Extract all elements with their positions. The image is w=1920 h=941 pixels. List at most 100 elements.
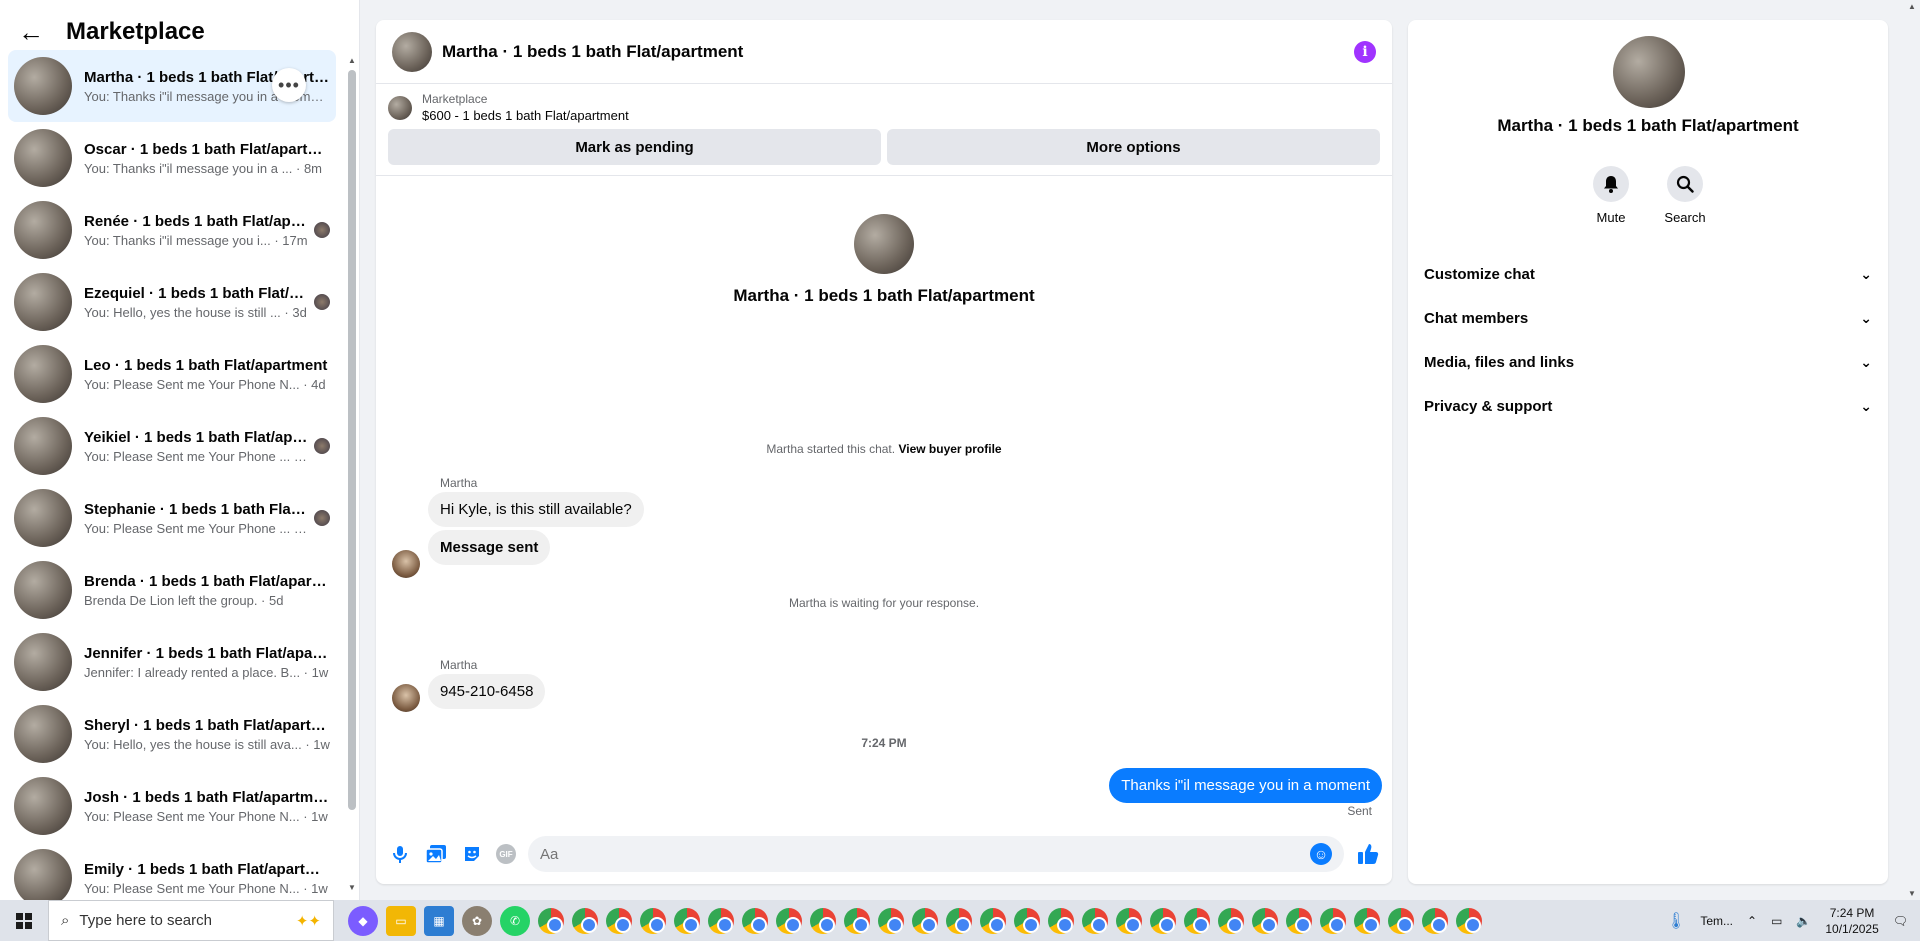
message-input[interactable]: ☺ [528, 836, 1344, 872]
page-scrollbar[interactable]: ▲ ▼ [1904, 0, 1920, 900]
chrome-icon[interactable] [1252, 907, 1278, 934]
weather-label[interactable]: Tem... [1700, 914, 1733, 928]
emoji-icon[interactable]: ☺ [1310, 843, 1332, 865]
details-avatar[interactable] [1613, 36, 1685, 108]
windows-start-icon[interactable] [0, 900, 48, 941]
scroll-down-icon[interactable]: ▼ [1908, 889, 1916, 898]
chrome-icon[interactable] [1014, 907, 1040, 934]
mark-as-pending-button[interactable]: Mark as pending [388, 129, 881, 165]
chrome-icon[interactable] [1048, 907, 1074, 934]
chrome-icon[interactable] [980, 907, 1006, 934]
gif-icon[interactable]: GIF [496, 844, 516, 864]
conversation-name: Renée · 1 beds 1 bath Flat/apartment [84, 212, 308, 230]
whatsapp-icon[interactable]: ✆ [500, 905, 530, 936]
network-icon[interactable]: ▭ [1771, 914, 1782, 928]
conversation-item[interactable]: Oscar · 1 beds 1 bath Flat/apartment You:… [8, 122, 336, 194]
chrome-icon[interactable] [606, 907, 632, 934]
search-button[interactable]: Search [1664, 166, 1706, 225]
scroll-down-icon[interactable]: ▼ [348, 883, 356, 892]
conversation-item[interactable]: Sheryl · 1 beds 1 bath Flat/apartment You… [8, 698, 336, 770]
view-buyer-profile-link[interactable]: View buyer profile [898, 442, 1001, 456]
chrome-icon[interactable] [708, 907, 734, 934]
intro-avatar[interactable] [854, 214, 914, 274]
chevron-up-icon[interactable]: ⌃ [1747, 914, 1757, 928]
chat-title[interactable]: Martha · 1 beds 1 bath Flat/apartment [442, 42, 743, 62]
search-label: Search [1664, 210, 1706, 225]
chrome-icon[interactable] [1150, 907, 1176, 934]
file-explorer-icon[interactable]: ▭ [386, 905, 416, 936]
conversation-item[interactable]: Jennifer · 1 beds 1 bath Flat/apartment J… [8, 626, 336, 698]
taskbar-search[interactable]: ⌕ Type here to search ✦✦ [48, 900, 334, 941]
chrome-icon[interactable] [844, 907, 870, 934]
chrome-icon[interactable] [1286, 907, 1312, 934]
chrome-icon[interactable] [878, 907, 904, 934]
message-text-field[interactable] [540, 845, 1310, 863]
sender-avatar[interactable] [392, 550, 420, 578]
scrollbar-thumb[interactable] [348, 70, 356, 810]
sender-avatar[interactable] [392, 684, 420, 712]
chrome-icon[interactable] [538, 907, 564, 934]
bell-icon[interactable] [1593, 166, 1629, 202]
scroll-up-icon[interactable]: ▲ [1908, 2, 1916, 11]
photo-icon[interactable] [424, 842, 448, 866]
conversation-item[interactable]: Leo · 1 beds 1 bath Flat/apartment You: P… [8, 338, 336, 410]
chrome-icon[interactable] [1422, 907, 1448, 934]
more-options-icon[interactable]: ••• [272, 68, 306, 102]
chrome-icon[interactable] [912, 907, 938, 934]
chrome-icon[interactable] [742, 907, 768, 934]
chrome-icon[interactable] [1320, 907, 1346, 934]
listing-thumbnail [14, 57, 72, 115]
chrome-icon[interactable] [1082, 907, 1108, 934]
system-tray: 🌡 Tem... ⌃ ▭ 🔈 7:24 PM 10/1/2025 🗨 [1666, 905, 1920, 937]
message-bubble[interactable]: Message sent [428, 530, 551, 565]
conversation-item[interactable]: Brenda · 1 beds 1 bath Flat/apartment Bre… [8, 554, 336, 626]
search-icon[interactable] [1667, 166, 1703, 202]
chrome-icon[interactable] [674, 907, 700, 934]
details-section[interactable]: Privacy & support ⌄ [1424, 384, 1872, 428]
app-icon[interactable]: ✿ [462, 905, 492, 936]
microphone-icon[interactable] [388, 842, 412, 866]
conversation-item[interactable]: Stephanie · 1 beds 1 bath Flat/apartment… [8, 482, 336, 554]
chrome-icon[interactable] [946, 907, 972, 934]
conversation-item[interactable]: Ezequiel · 1 beds 1 bath Flat/apartment Y… [8, 266, 336, 338]
conversation-item[interactable]: Yeikiel · 1 beds 1 bath Flat/apartment Yo… [8, 410, 336, 482]
chrome-icon[interactable] [1354, 907, 1380, 934]
info-icon[interactable]: i [1354, 40, 1376, 63]
chrome-icon[interactable] [572, 907, 598, 934]
chrome-icon[interactable] [640, 907, 666, 934]
scroll-up-icon[interactable]: ▲ [348, 56, 356, 65]
details-section[interactable]: Chat members ⌄ [1424, 296, 1872, 340]
notification-icon[interactable]: 🗨 [1893, 914, 1908, 928]
chrome-icon[interactable] [1456, 907, 1482, 934]
copilot-icon[interactable]: ◆ [348, 905, 378, 936]
conversation-item[interactable]: Martha · 1 beds 1 bath Flat/apartment You… [8, 50, 336, 122]
chrome-icon[interactable] [1218, 907, 1244, 934]
chrome-icon[interactable] [776, 907, 802, 934]
thumbs-up-icon[interactable] [1356, 842, 1380, 866]
conversation-item[interactable]: Josh · 1 beds 1 bath Flat/apartment You: … [8, 770, 336, 842]
sticker-icon[interactable] [460, 842, 484, 866]
more-options-button[interactable]: More options [887, 129, 1380, 165]
mute-button[interactable]: Mute [1591, 166, 1631, 225]
chrome-icon[interactable] [1388, 907, 1414, 934]
listing-thumbnail [14, 417, 72, 475]
message-timestamp: 7:24 PM [861, 736, 907, 750]
chrome-icon[interactable] [1116, 907, 1142, 934]
volume-icon[interactable]: 🔈 [1796, 914, 1811, 928]
message-bubble[interactable]: Hi Kyle, is this still available? [428, 492, 644, 527]
chrome-icon[interactable] [810, 907, 836, 934]
thermometer-icon[interactable]: 🌡 [1666, 911, 1686, 931]
chat-avatar[interactable] [392, 31, 432, 72]
sidebar-scrollbar[interactable]: ▲ ▼ [348, 56, 356, 892]
back-arrow-icon[interactable]: ← [18, 17, 44, 48]
details-section[interactable]: Media, files and links ⌄ [1424, 340, 1872, 384]
conversation-item[interactable]: Renée · 1 beds 1 bath Flat/apartment You:… [8, 194, 336, 266]
taskbar-clock[interactable]: 7:24 PM 10/1/2025 [1825, 905, 1878, 937]
chrome-icon[interactable] [1184, 907, 1210, 934]
details-section[interactable]: Customize chat ⌄ [1424, 252, 1872, 296]
outgoing-message-bubble[interactable]: Thanks i"il message you in a moment [1109, 768, 1382, 803]
store-icon[interactable]: ▦ [424, 905, 454, 936]
listing-thumbnail[interactable] [388, 95, 412, 120]
listing-price-title[interactable]: $600 - 1 beds 1 bath Flat/apartment [422, 108, 629, 123]
message-bubble[interactable]: 945-210-6458 [428, 674, 546, 709]
